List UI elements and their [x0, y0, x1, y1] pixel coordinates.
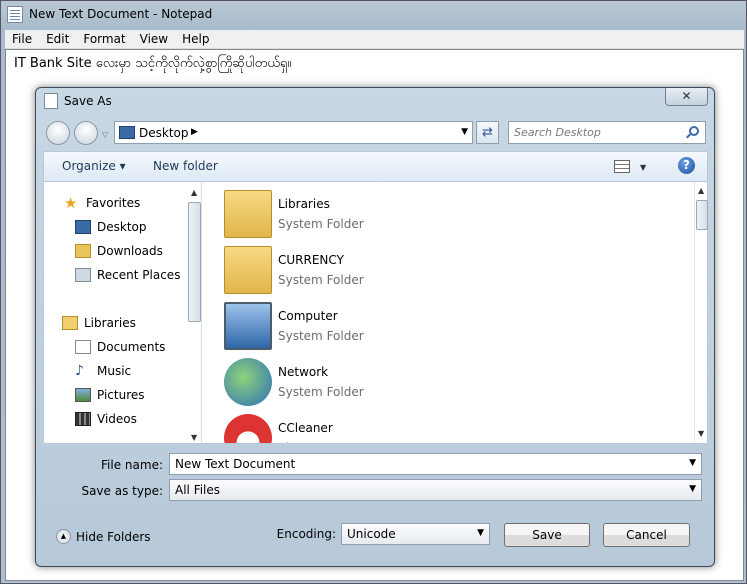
chevron-up-icon: ▲	[56, 529, 71, 544]
encoding-label: Encoding:	[276, 527, 336, 541]
forward-button[interactable]	[74, 121, 98, 145]
search-icon	[689, 126, 699, 136]
chevron-down-icon: ▼	[689, 484, 696, 494]
music-icon: ♪	[75, 363, 84, 379]
notepad-icon	[7, 6, 23, 23]
menu-file[interactable]: File	[5, 30, 39, 48]
nav-scroll-thumb[interactable]	[188, 202, 201, 322]
nav-documents[interactable]: Documents	[75, 340, 165, 354]
scroll-up-icon[interactable]: ▲	[698, 186, 704, 195]
downloads-folder-icon	[75, 244, 91, 258]
desktop-icon	[119, 126, 135, 139]
window-title: New Text Document - Notepad	[29, 7, 213, 21]
file-list-scrollbar[interactable]: ▲ ▼	[694, 182, 708, 443]
file-list: Libraries System Folder CURRENCY System …	[208, 182, 694, 443]
scroll-down-icon[interactable]: ▼	[698, 429, 704, 438]
list-item[interactable]: CCleaner Shortcut	[224, 414, 524, 443]
nav-scrollbar[interactable]: ▲ ▼	[188, 188, 201, 442]
menu-format[interactable]: Format	[76, 30, 132, 48]
libraries-icon	[62, 316, 78, 330]
chevron-down-icon: ▼	[477, 528, 484, 538]
menu-bar: File Edit Format View Help	[5, 30, 744, 49]
organize-button[interactable]: Organize ▾	[62, 159, 126, 173]
ccleaner-icon	[224, 414, 272, 443]
save-as-type-select[interactable]: All Files ▼	[169, 479, 702, 501]
list-item[interactable]: Computer System Folder	[224, 302, 524, 358]
scroll-down-icon[interactable]: ▼	[191, 433, 197, 442]
scroll-up-icon[interactable]: ▲	[191, 188, 197, 197]
star-icon: ★	[64, 194, 78, 212]
cancel-button[interactable]: Cancel	[603, 523, 690, 547]
save-button[interactable]: Save	[504, 523, 590, 547]
list-item[interactable]: Libraries System Folder	[224, 190, 524, 246]
computer-icon	[224, 302, 272, 350]
list-item[interactable]: CURRENCY System Folder	[224, 246, 524, 302]
close-button[interactable]: ✕	[665, 88, 708, 106]
address-bar[interactable]: Desktop ▶ ▼	[114, 121, 473, 144]
views-icon[interactable]	[614, 160, 630, 173]
network-icon	[224, 358, 272, 406]
documents-icon	[75, 340, 91, 354]
recent-pages-chevron-icon[interactable]: ▽	[102, 130, 108, 139]
menu-help[interactable]: Help	[175, 30, 216, 48]
nav-videos[interactable]: Videos	[75, 412, 137, 426]
libraries-folder-icon	[224, 190, 272, 238]
new-folder-button[interactable]: New folder	[153, 159, 218, 173]
file-scroll-thumb[interactable]	[696, 200, 708, 230]
back-button[interactable]	[46, 121, 70, 145]
desktop-icon	[75, 220, 91, 234]
search-input[interactable]: Search Desktop	[508, 121, 706, 144]
chevron-down-icon[interactable]: ▼	[689, 458, 696, 468]
nav-libraries[interactable]: Libraries	[62, 316, 136, 330]
menu-view[interactable]: View	[133, 30, 175, 48]
encoding-select[interactable]: Unicode ▼	[341, 523, 490, 545]
save-as-type-label: Save as type:	[81, 484, 163, 498]
breadcrumb-arrow-icon[interactable]: ▶	[191, 127, 198, 137]
file-name-label: File name:	[101, 458, 163, 472]
hide-folders-button[interactable]: ▲ Hide Folders	[56, 529, 151, 544]
chevron-down-icon[interactable]: ▼	[461, 127, 468, 137]
file-name-field[interactable]: New Text Document ▼	[169, 453, 702, 475]
nav-desktop[interactable]: Desktop	[75, 220, 147, 234]
menu-edit[interactable]: Edit	[39, 30, 76, 48]
refresh-button[interactable]: ⇄	[476, 121, 499, 144]
videos-icon	[75, 412, 91, 426]
views-chevron-down-icon[interactable]: ▼	[640, 163, 646, 172]
nav-recent-places[interactable]: Recent Places	[75, 268, 180, 282]
save-as-dialog: Save As ✕ ▽ Desktop ▶ ▼ ⇄ Search Desktop…	[35, 87, 715, 567]
nav-favorites[interactable]: ★ Favorites	[64, 194, 140, 212]
browser-pane: ★ Favorites Desktop Downloads Recent Pla…	[43, 181, 708, 444]
document-icon	[44, 93, 58, 109]
dialog-title: Save As	[64, 94, 112, 108]
list-item[interactable]: Network System Folder	[224, 358, 524, 414]
navigation-pane: ★ Favorites Desktop Downloads Recent Pla…	[44, 182, 202, 443]
help-button[interactable]: ?	[678, 157, 695, 174]
recent-places-icon	[75, 268, 91, 282]
pictures-icon	[75, 388, 91, 402]
nav-pictures[interactable]: Pictures	[75, 388, 145, 402]
nav-downloads[interactable]: Downloads	[75, 244, 163, 258]
document-text: IT Bank Site လေးမှာ သင့်ကိုလိုက်လှဲ့စွာက…	[14, 56, 292, 71]
address-text: Desktop	[139, 126, 189, 140]
user-folder-icon	[224, 246, 272, 294]
nav-music[interactable]: ♪ Music	[75, 364, 131, 378]
search-placeholder: Search Desktop	[514, 126, 601, 139]
command-bar: Organize ▾ New folder ▼ ?	[43, 151, 708, 181]
